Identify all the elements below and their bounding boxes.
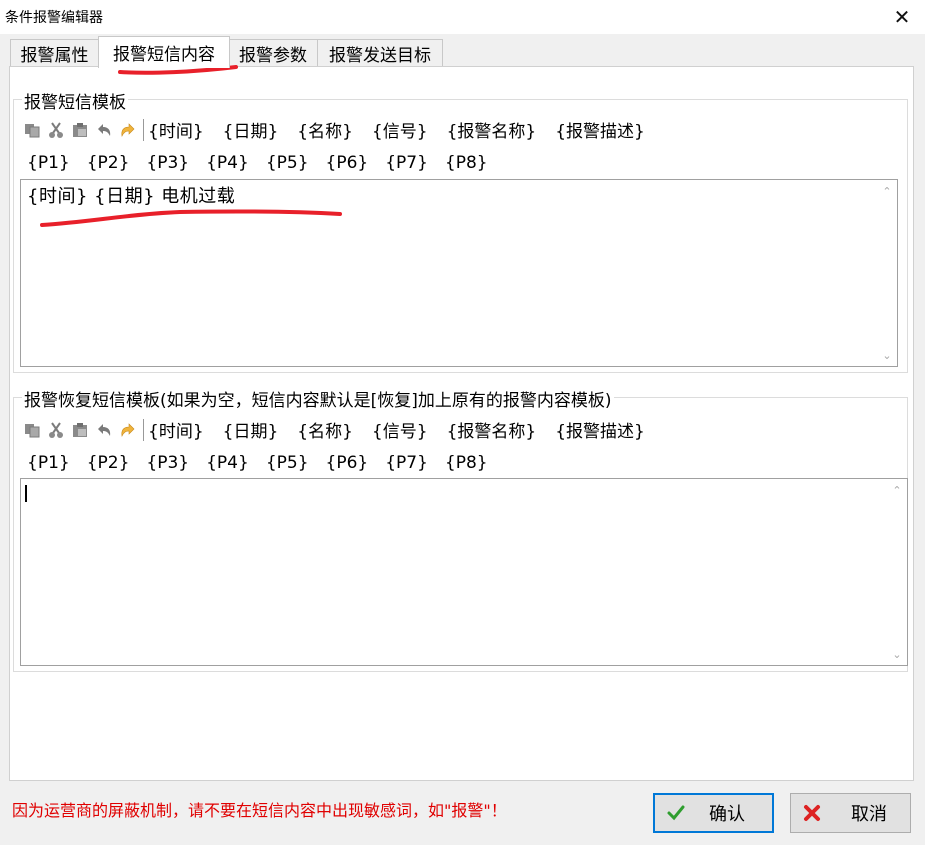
sms-template-editor[interactable]: {时间} {日期} 电机过载 ⌃ ⌄	[20, 179, 898, 367]
token-p3[interactable]: {P3}	[146, 453, 189, 473]
token-p4[interactable]: {P4}	[206, 453, 249, 473]
token-alarm-name[interactable]: {报警名称}	[447, 417, 537, 442]
cut-icon[interactable]	[45, 119, 67, 141]
tab-alarm-properties[interactable]: 报警属性	[10, 39, 99, 67]
text-caret	[25, 485, 27, 502]
sms-template-toolbar: {时间} {日期} {名称} {信号} {报警名称} {报警描述}	[21, 117, 664, 142]
scroll-up-icon[interactable]: ⌃	[888, 482, 906, 498]
token-time[interactable]: {时间}	[148, 417, 204, 442]
token-p3[interactable]: {P3}	[146, 153, 189, 173]
cancel-x-icon	[801, 802, 823, 824]
sms-template-scrollbar[interactable]: ⌃ ⌄	[878, 181, 896, 365]
recovery-template-toolbar: {时间} {日期} {名称} {信号} {报警名称} {报警描述}	[21, 417, 664, 442]
token-date[interactable]: {日期}	[223, 417, 279, 442]
token-p2[interactable]: {P2}	[87, 153, 130, 173]
cut-icon[interactable]	[45, 419, 67, 441]
token-alarm-name[interactable]: {报警名称}	[447, 117, 537, 142]
token-alarm-description[interactable]: {报警描述}	[555, 417, 645, 442]
paste-icon[interactable]	[69, 419, 91, 441]
token-p5[interactable]: {P5}	[266, 153, 309, 173]
recovery-template-scrollbar[interactable]: ⌃ ⌄	[888, 480, 906, 664]
cancel-button-label: 取消	[851, 804, 887, 825]
token-p7[interactable]: {P7}	[385, 453, 428, 473]
token-name[interactable]: {名称}	[297, 417, 353, 442]
sms-template-label: 报警短信模板	[22, 88, 128, 113]
token-date[interactable]: {日期}	[223, 117, 279, 142]
checkmark-icon	[665, 802, 687, 824]
token-p6[interactable]: {P6}	[326, 453, 369, 473]
sensitive-word-warning: 因为运营商的屏蔽机制，请不要在短信内容中出现敏感词，如"报警"！	[12, 801, 507, 820]
scroll-down-icon[interactable]: ⌄	[888, 646, 906, 662]
cancel-button[interactable]: 取消	[790, 793, 911, 833]
confirm-button-label: 确认	[709, 804, 745, 825]
redo-icon[interactable]	[117, 419, 139, 441]
sms-template-text: {时间} {日期} 电机过载	[27, 186, 236, 207]
tab-alarm-parameters[interactable]: 报警参数	[228, 39, 318, 67]
token-p7[interactable]: {P7}	[385, 153, 428, 173]
toolbar-separator	[143, 418, 144, 441]
copy-icon[interactable]	[21, 119, 43, 141]
token-p8[interactable]: {P8}	[445, 153, 488, 173]
token-p4[interactable]: {P4}	[206, 153, 249, 173]
sms-template-param-tokens: {P1} {P2} {P3} {P4} {P5} {P6} {P7} {P8}	[27, 153, 505, 173]
redo-icon[interactable]	[117, 119, 139, 141]
token-p5[interactable]: {P5}	[266, 453, 309, 473]
token-p1[interactable]: {P1}	[27, 453, 70, 473]
token-time[interactable]: {时间}	[148, 117, 204, 142]
sms-template-group: 报警短信模板 {时间} {日期} {名称} {信号} {报警名称} {报警描述}…	[13, 88, 908, 373]
recovery-template-group: 报警恢复短信模板(如果为空，短信内容默认是[恢复]加上原有的报警内容模板) {时…	[13, 386, 908, 672]
confirm-button[interactable]: 确认	[653, 793, 774, 833]
recovery-template-editor[interactable]: ⌃ ⌄	[20, 478, 908, 666]
token-alarm-description[interactable]: {报警描述}	[555, 117, 645, 142]
title-bar: 条件报警编辑器 ✕	[0, 0, 925, 34]
paste-icon[interactable]	[69, 119, 91, 141]
recovery-template-label: 报警恢复短信模板(如果为空，短信内容默认是[恢复]加上原有的报警内容模板)	[22, 386, 614, 411]
token-signal[interactable]: {信号}	[372, 117, 428, 142]
window-title: 条件报警编辑器	[5, 10, 103, 26]
token-signal[interactable]: {信号}	[372, 417, 428, 442]
token-name[interactable]: {名称}	[297, 117, 353, 142]
tab-panel: 报警短信模板 {时间} {日期} {名称} {信号} {报警名称} {报警描述}…	[9, 66, 914, 781]
undo-icon[interactable]	[93, 119, 115, 141]
token-p1[interactable]: {P1}	[27, 153, 70, 173]
close-icon[interactable]: ✕	[879, 0, 925, 34]
token-p6[interactable]: {P6}	[326, 153, 369, 173]
scroll-down-icon[interactable]: ⌄	[878, 347, 896, 363]
scroll-up-icon[interactable]: ⌃	[878, 183, 896, 199]
tab-alarm-send-targets[interactable]: 报警发送目标	[317, 39, 443, 67]
recovery-template-param-tokens: {P1} {P2} {P3} {P4} {P5} {P6} {P7} {P8}	[27, 453, 505, 473]
copy-icon[interactable]	[21, 419, 43, 441]
token-p8[interactable]: {P8}	[445, 453, 488, 473]
token-p2[interactable]: {P2}	[87, 453, 130, 473]
tab-alarm-sms-content[interactable]: 报警短信内容	[98, 36, 230, 68]
toolbar-separator	[143, 118, 144, 141]
undo-icon[interactable]	[93, 419, 115, 441]
